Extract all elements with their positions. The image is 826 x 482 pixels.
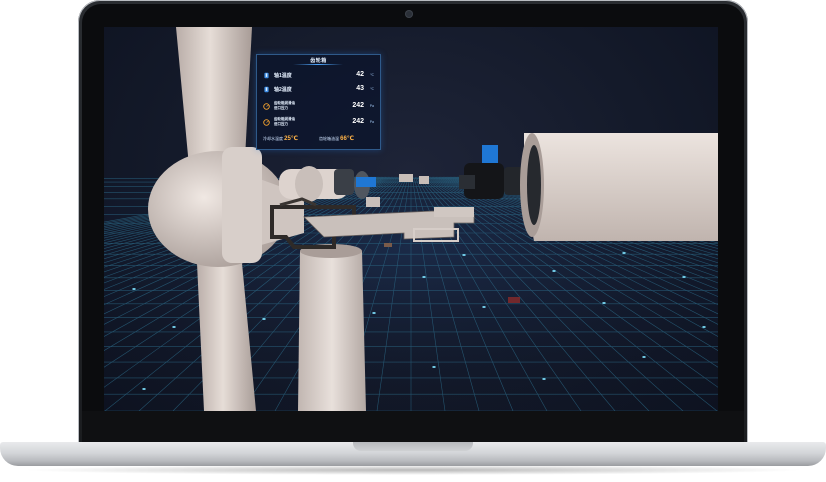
- small-part: [384, 243, 392, 247]
- turbine-3d-viewport[interactable]: [104, 27, 718, 411]
- grid-node: [432, 366, 436, 368]
- screen-bottom-bezel: [82, 411, 744, 443]
- blue-part-2: [482, 145, 498, 163]
- grid-node: [622, 252, 626, 254]
- grid-node: [542, 378, 546, 380]
- floor-marker: [508, 297, 520, 303]
- grid-node: [682, 276, 686, 278]
- grid-node: [422, 276, 426, 278]
- shaft-bearing: [295, 166, 323, 202]
- generator-mount: [434, 207, 474, 217]
- grid-node: [172, 326, 176, 328]
- nacelle-housing: [524, 133, 718, 241]
- generator-flange: [459, 175, 475, 189]
- spacer: [366, 197, 380, 207]
- grid-node: [552, 270, 556, 272]
- laptop-shadow: [20, 465, 806, 475]
- grid-node: [702, 326, 706, 328]
- grid-node: [262, 318, 266, 320]
- camera-icon: [405, 10, 413, 18]
- tower: [298, 251, 366, 411]
- grid-node: [132, 288, 136, 290]
- laptop-mockup: 齿轮箱 轴1温度 42 ℃ 轴2温度 43 ℃ 齿轮箱润滑油 进口压力 242 …: [0, 0, 826, 482]
- grid-node: [142, 388, 146, 390]
- grid-node: [482, 306, 486, 308]
- grid-node: [372, 312, 376, 314]
- hub-collar: [222, 147, 262, 263]
- grid-node: [642, 356, 646, 358]
- bolt-2: [419, 176, 429, 184]
- blue-part-1: [356, 177, 376, 187]
- nacelle-interior: [527, 145, 541, 225]
- scene-svg: [104, 27, 718, 411]
- laptop-opening-notch: [353, 442, 473, 451]
- grid-node: [602, 302, 606, 304]
- coupling: [334, 169, 354, 195]
- grid-node: [462, 254, 466, 256]
- bolt-1: [399, 174, 413, 182]
